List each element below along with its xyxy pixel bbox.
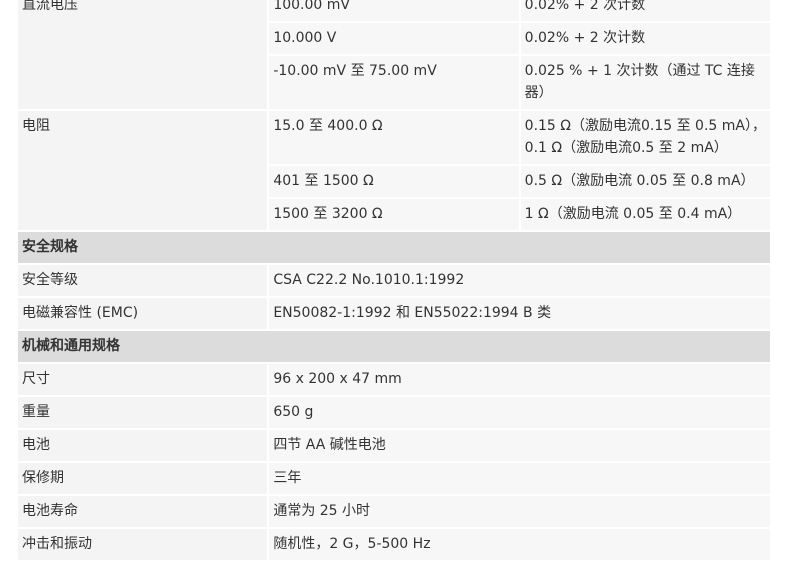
spec-label: 电池 [15,428,270,463]
range-cell: 15.0 至 400.0 Ω [267,109,521,166]
range-cell: -10.00 mV 至 75.00 mV [267,54,521,111]
spec-value: 随机性，2 G，5-500 Hz [267,527,772,562]
mechanical-section-title: 机械和通用规格 [16,329,772,364]
spec-label: 安全等级 [15,263,270,298]
section-header-row: 机械和通用规格 [16,329,772,364]
safety-section-title: 安全规格 [16,230,772,265]
table-row: 尺寸 96 x 200 x 47 mm [15,362,772,397]
spec-value: 650 g [267,395,772,430]
range-cell: 10.000 V [267,21,521,56]
spec-value: 96 x 200 x 47 mm [267,362,772,397]
table-row: 保修期 三年 [15,461,772,496]
table-row: 电磁兼容性 (EMC) EN50082-1:1992 和 EN55022:199… [15,296,772,331]
range-cell: 100.00 mV [267,0,521,23]
spec-value: 四节 AA 碱性电池 [267,428,772,463]
spec-value: CSA C22.2 No.1010.1:1992 [267,263,772,298]
spec-value: 三年 [267,461,772,496]
table-row: 电池 四节 AA 碱性电池 [15,428,772,463]
accuracy-cell: 0.15 Ω（激励电流0.15 至 0.5 mA），0.1 Ω（激励电流0.5 … [518,109,773,166]
spec-label: 电磁兼容性 (EMC) [15,296,270,331]
spec-label: 尺寸 [15,362,270,397]
spec-label: 重量 [15,395,270,430]
accuracy-cell: 0.025 % + 1 次计数（通过 TC 连接器） [518,54,773,111]
table-row: 重量 650 g [15,395,772,430]
range-cell: 401 至 1500 Ω [267,164,521,199]
resistance-label: 电阻 [15,109,270,232]
accuracy-cell: 0.02% + 2 次计数 [518,0,773,23]
table-row: 电阻 15.0 至 400.0 Ω 0.15 Ω（激励电流0.15 至 0.5 … [15,109,773,232]
range-cell: 1500 至 3200 Ω [267,197,521,232]
accuracy-cell: 0.5 Ω（激励电流 0.05 至 0.8 mA） [518,164,773,199]
spec-table: 直流电压 100.00 mV 0.02% + 2 次计数 10.000 V 0.… [15,0,773,562]
accuracy-cell: 1 Ω（激励电流 0.05 至 0.4 mA） [518,197,773,232]
spec-label: 电池寿命 [15,494,270,529]
spec-label: 冲击和振动 [15,527,270,562]
spec-value: EN50082-1:1992 和 EN55022:1994 B 类 [267,296,772,331]
table-row: 直流电压 100.00 mV 0.02% + 2 次计数 [15,0,773,111]
table-row: 冲击和振动 随机性，2 G，5-500 Hz [15,527,772,562]
table-row: 安全等级 CSA C22.2 No.1010.1:1992 [15,263,772,298]
spec-label: 保修期 [15,461,270,496]
accuracy-cell: 0.02% + 2 次计数 [518,21,773,56]
section-header-row: 安全规格 [16,230,772,265]
dc-voltage-label: 直流电压 [15,0,270,111]
table-row: 电池寿命 通常为 25 小时 [15,494,772,529]
spec-value: 通常为 25 小时 [267,494,772,529]
